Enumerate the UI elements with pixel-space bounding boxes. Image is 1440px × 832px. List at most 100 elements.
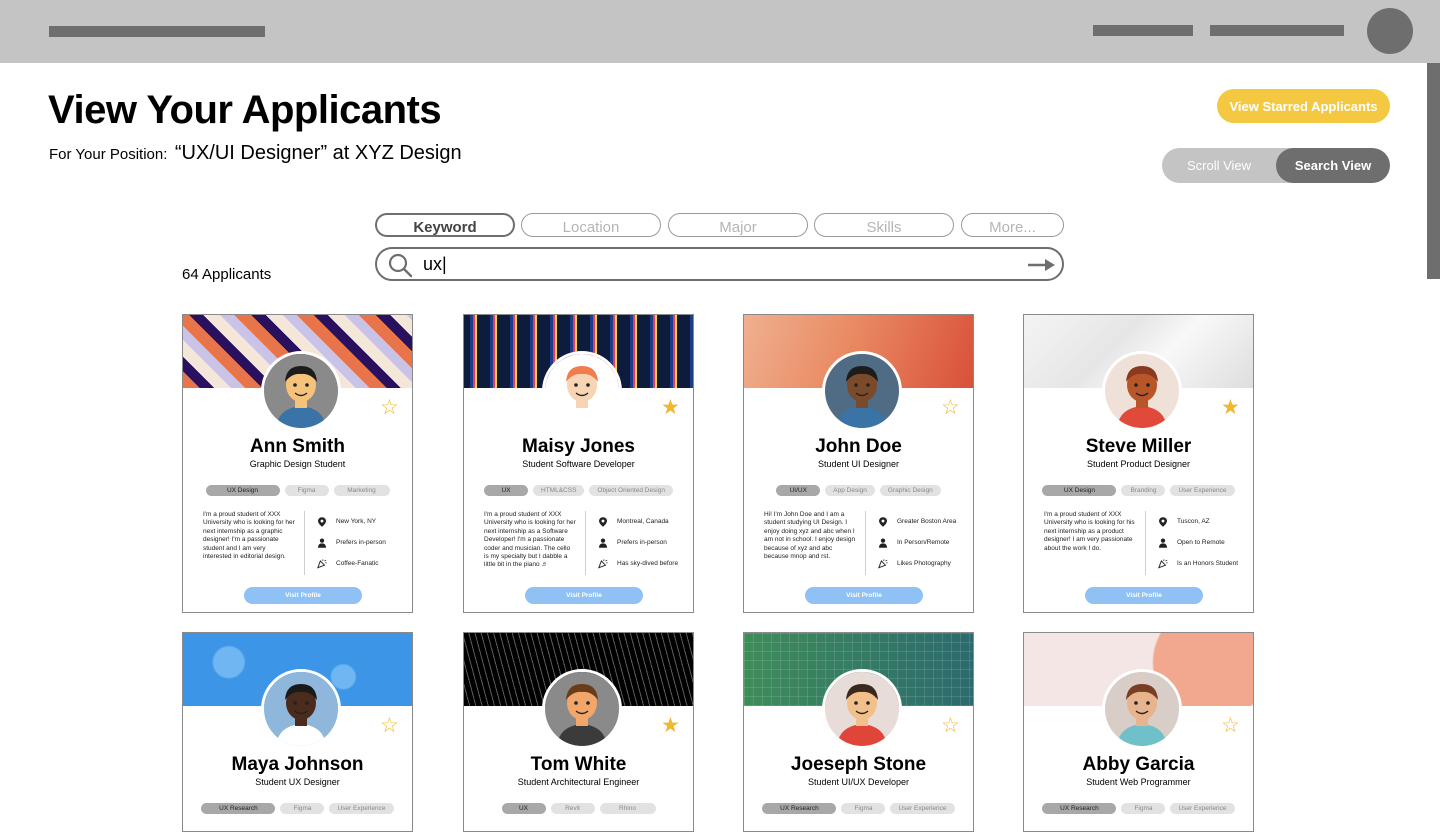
applicant-role: Student Web Programmer: [1086, 777, 1191, 787]
skill-tag[interactable]: Figma: [841, 803, 886, 814]
logo-placeholder[interactable]: [49, 26, 265, 37]
position-prefix: For Your Position:: [49, 146, 168, 163]
filter-tab-more[interactable]: More...: [961, 213, 1064, 237]
skill-tag[interactable]: Rhino: [599, 803, 656, 814]
applicant-name[interactable]: Tom White: [464, 754, 693, 776]
applicant-name[interactable]: Abby Garcia: [1024, 754, 1253, 776]
skill-tag[interactable]: User Experience: [1170, 803, 1235, 814]
skill-tag[interactable]: Marketing: [333, 485, 390, 496]
scroll-view-option[interactable]: Scroll View: [1162, 148, 1276, 183]
skill-tag[interactable]: UX: [484, 485, 529, 496]
detail-item: Tuscon, AZ: [1158, 511, 1250, 532]
skill-tag[interactable]: Figma: [1121, 803, 1166, 814]
detail-item: Greater Boston Area: [878, 511, 970, 532]
applicant-avatar[interactable]: [822, 351, 902, 431]
applicant-details: Tuscon, AZ Open to Remote Is an Honors Stu…: [1158, 511, 1250, 574]
filter-tab-skills[interactable]: Skills: [814, 213, 954, 237]
skill-tag[interactable]: Graphic Design: [879, 485, 941, 496]
filter-tab-keyword[interactable]: Keyword: [375, 213, 515, 237]
detail-text: Montreal, Canada: [617, 518, 669, 525]
view-starred-button[interactable]: View Starred Applicants: [1217, 89, 1390, 123]
applicant-role: Student UI Designer: [817, 459, 900, 469]
skill-tag[interactable]: HTML&CSS: [533, 485, 585, 496]
page-title: View Your Applicants: [48, 88, 442, 132]
applicant-avatar[interactable]: [1102, 669, 1182, 749]
filter-tab-major[interactable]: Major: [668, 213, 808, 237]
search-view-option[interactable]: Search View: [1276, 148, 1390, 183]
skill-tag[interactable]: UX Research: [1042, 803, 1117, 814]
skill-tag[interactable]: Revit: [550, 803, 595, 814]
applicant-avatar[interactable]: [542, 669, 622, 749]
applicant-details: Greater Boston Area In Person/Remote Likes…: [878, 511, 970, 574]
skill-tag[interactable]: UX Design: [205, 485, 280, 496]
person-illustration-icon: [264, 672, 338, 746]
skill-tags: UI/UX App Design Graphic Design: [744, 485, 973, 496]
detail-item: Has sky-dived before: [598, 553, 690, 574]
star-outline-icon[interactable]: ☆: [380, 397, 399, 418]
applicant-name[interactable]: Maya Johnson: [183, 754, 412, 776]
skill-tag[interactable]: UX: [501, 803, 546, 814]
page-scrollbar[interactable]: [1427, 63, 1440, 825]
applicant-card: ☆ Ann Smith Graphic Design Student UX De…: [182, 314, 413, 613]
star-filled-icon[interactable]: ★: [1221, 397, 1240, 418]
skill-tag[interactable]: Branding: [1121, 485, 1166, 496]
detail-text: New York, NY: [336, 518, 377, 525]
skill-tags: UX HTML&CSS Object Oriented Design: [464, 485, 693, 496]
star-outline-icon[interactable]: ☆: [1221, 715, 1240, 736]
skill-tag[interactable]: User Experience: [1170, 485, 1235, 496]
applicant-avatar[interactable]: [542, 351, 622, 431]
applicant-name[interactable]: Steve Miller: [1024, 436, 1253, 458]
skill-tag[interactable]: UX Research: [201, 803, 276, 814]
skill-tag[interactable]: Object Oriented Design: [589, 485, 673, 496]
person-illustration-icon: [264, 354, 338, 428]
star-filled-icon[interactable]: ★: [661, 397, 680, 418]
scrollbar-thumb[interactable]: [1427, 63, 1440, 279]
skill-tag[interactable]: UX Research: [762, 803, 837, 814]
search-icon: [388, 253, 413, 278]
skill-tag[interactable]: App Design: [825, 485, 875, 496]
party-popper-icon: [878, 558, 888, 569]
detail-text: In Person/Remote: [897, 539, 950, 546]
star-outline-icon[interactable]: ☆: [941, 397, 960, 418]
person-illustration-icon: [1105, 354, 1179, 428]
visit-profile-button[interactable]: Visit Profile: [525, 587, 643, 604]
applicant-card: ☆ Abby Garcia Student Web Programmer UX …: [1023, 632, 1254, 832]
detail-text: Prefers in-person: [617, 539, 667, 546]
star-filled-icon[interactable]: ★: [661, 715, 680, 736]
skill-tag[interactable]: User Experience: [329, 803, 394, 814]
search-box: [375, 247, 1064, 281]
applicant-name[interactable]: John Doe: [744, 436, 973, 458]
location-pin-icon: [598, 516, 608, 527]
applicant-name[interactable]: Joeseph Stone: [744, 754, 973, 776]
applicant-name[interactable]: Maisy Jones: [464, 436, 693, 458]
nav-link-placeholder-2[interactable]: [1210, 25, 1344, 36]
skill-tag[interactable]: UI/UX: [776, 485, 821, 496]
person-icon: [317, 537, 327, 548]
detail-text: Greater Boston Area: [897, 518, 957, 525]
visit-profile-button[interactable]: Visit Profile: [805, 587, 923, 604]
location-pin-icon: [878, 516, 888, 527]
detail-item: New York, NY: [317, 511, 409, 532]
detail-item: Coffee-Fanatic: [317, 553, 409, 574]
applicant-avatar[interactable]: [261, 351, 341, 431]
skill-tag[interactable]: Figma: [280, 803, 325, 814]
visit-profile-button[interactable]: Visit Profile: [244, 587, 362, 604]
star-outline-icon[interactable]: ☆: [380, 715, 399, 736]
card-divider: [585, 511, 586, 575]
applicant-avatar[interactable]: [822, 669, 902, 749]
skill-tag[interactable]: User Experience: [890, 803, 955, 814]
person-icon: [1158, 537, 1168, 548]
skill-tag[interactable]: UX Design: [1042, 485, 1117, 496]
applicant-avatar[interactable]: [261, 669, 341, 749]
search-input[interactable]: [423, 252, 1013, 276]
visit-profile-button[interactable]: Visit Profile: [1085, 587, 1203, 604]
skill-tag[interactable]: Figma: [284, 485, 329, 496]
applicant-name[interactable]: Ann Smith: [183, 436, 412, 458]
arrow-right-icon[interactable]: [1027, 258, 1055, 272]
star-outline-icon[interactable]: ☆: [941, 715, 960, 736]
detail-item: Likes Photography: [878, 553, 970, 574]
nav-link-placeholder-1[interactable]: [1093, 25, 1193, 36]
user-avatar[interactable]: [1367, 8, 1413, 54]
applicant-avatar[interactable]: [1102, 351, 1182, 431]
filter-tab-location[interactable]: Location: [521, 213, 661, 237]
